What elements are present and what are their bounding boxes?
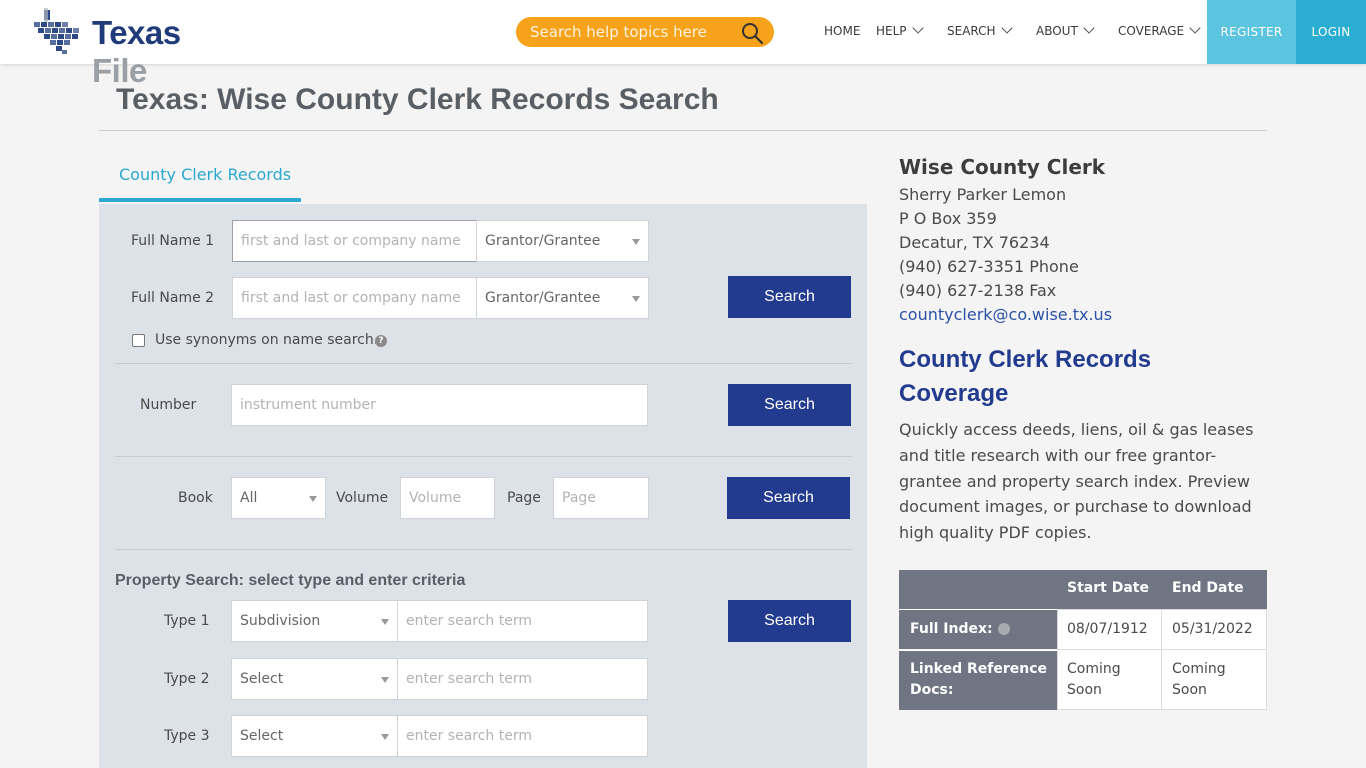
volume-input[interactable] [400,477,495,519]
dropdown-arrow-icon [381,734,389,740]
dropdown-arrow-icon [632,296,640,302]
full-index-end-date: 05/31/2022 [1172,621,1253,637]
login-button[interactable]: LOGIN [1296,0,1366,64]
nav-search[interactable]: SEARCH [947,22,1013,38]
page-label: Page [507,490,541,506]
nav-search-label: SEARCH [947,24,996,38]
texas-file-logo[interactable]: Texas File [30,8,240,89]
help-search-bar [516,17,774,47]
clerk-title: Wise County Clerk [899,155,1106,179]
nav-home[interactable]: HOME [824,24,860,38]
clerk-address-line-1: P O Box 359 [899,209,997,228]
full-name-1-role-select[interactable]: Grantor/Grantee [476,220,649,262]
logo-wordmark: Texas File [92,14,240,90]
full-name-2-label: Full Name 2 [131,290,215,306]
nav-coverage-label: COVERAGE [1118,24,1185,38]
nav-about[interactable]: ABOUT [1036,22,1095,38]
clerk-email-link[interactable]: countyclerk@co.wise.tx.us [899,305,1112,324]
instrument-number-input[interactable] [231,384,648,426]
full-name-1-label: Full Name 1 [131,233,215,249]
dropdown-arrow-icon [381,677,389,683]
help-icon[interactable]: ? [375,335,387,347]
texas-map-icon [34,8,79,54]
number-label: Number [140,397,197,413]
type-2-select-value: Select [240,671,284,687]
logo-text-texas: Texas [92,14,181,51]
linked-docs-end-date: Coming Soon [1172,661,1226,698]
clerk-fax: (940) 627-2138 Fax [899,281,1057,300]
linked-docs-label: Linked Reference Docs: [910,661,1048,698]
full-name-1-input[interactable] [232,220,477,262]
full-index-start-date: 08/07/1912 [1067,621,1148,637]
book-label: Book [178,490,213,506]
section-divider [115,363,852,364]
coverage-heading: County Clerk Records Coverage [899,346,1152,407]
full-index-label: Full Index: [910,621,993,637]
clerk-name: Sherry Parker Lemon [899,185,1067,204]
type-1-select[interactable]: Subdivision [231,600,398,642]
name-search-button[interactable]: Search [728,276,851,318]
tab-label: County Clerk Records [119,165,292,184]
chevron-down-icon [1000,22,1013,34]
type-2-term-input[interactable] [397,658,648,700]
tab-county-clerk-records[interactable]: County Clerk Records [99,150,301,203]
property-search-button[interactable]: Search [728,600,851,642]
type-3-term-input[interactable] [397,715,648,757]
dropdown-arrow-icon [632,239,640,245]
section-divider [115,456,852,457]
nav-help[interactable]: HELP [876,22,924,38]
type-2-select[interactable]: Select [231,658,398,700]
linked-docs-start-date: Coming Soon [1067,661,1121,698]
section-divider [115,549,852,550]
dropdown-arrow-icon [309,496,317,502]
full-name-1-role-value: Grantor/Grantee [485,233,601,249]
help-search-input[interactable] [530,21,740,43]
cell-divider [1161,650,1162,710]
nav-help-label: HELP [876,24,907,38]
site-header: Texas File HOME HELP SEARCH ABOUT COVERA… [0,0,1366,89]
nav-coverage[interactable]: COVERAGE [1118,22,1201,38]
tab-active-indicator [99,198,301,202]
full-name-2-input[interactable] [232,277,477,319]
cell-divider [1161,610,1162,650]
search-form-panel: Full Name 1 Grantor/Grantee Full Name 2 … [99,204,867,768]
title-divider [99,130,1267,131]
type-1-term-input[interactable] [397,600,648,642]
coverage-col-start-date: Start Date [1067,580,1149,596]
book-select-value: All [240,490,258,506]
synonyms-label: Use synonyms on name search. [155,332,379,348]
type-3-select[interactable]: Select [231,715,398,757]
chevron-down-icon [1083,22,1095,34]
chevron-down-icon [1189,22,1201,34]
info-icon[interactable] [998,623,1010,635]
clerk-address-line-2: Decatur, TX 76234 [899,233,1050,252]
type-1-select-value: Subdivision [240,613,321,629]
nav-about-label: ABOUT [1036,24,1078,38]
full-name-2-role-value: Grantor/Grantee [485,290,601,306]
search-icon[interactable] [740,21,764,45]
type-3-select-value: Select [240,728,284,744]
book-select[interactable]: All [231,477,326,519]
number-search-button[interactable]: Search [728,384,851,426]
coverage-col-end-date: End Date [1172,580,1244,596]
dropdown-arrow-icon [381,619,389,625]
full-name-2-role-select[interactable]: Grantor/Grantee [476,277,649,319]
book-search-button[interactable]: Search [727,477,850,519]
property-search-heading: Property Search: select type and enter c… [115,572,466,589]
page-title: Texas: Wise County Clerk Records Search [116,83,719,116]
synonyms-checkbox[interactable] [132,334,145,347]
page-input[interactable] [553,477,649,519]
type-2-label: Type 2 [164,671,210,687]
type-1-label: Type 1 [164,613,210,629]
chevron-down-icon [911,22,924,34]
nav-home-label: HOME [824,24,861,38]
type-3-label: Type 3 [164,728,210,744]
volume-label: Volume [336,490,389,506]
coverage-description: Quickly access deeds, liens, oil & gas l… [899,420,1254,543]
register-button[interactable]: REGISTER [1207,0,1296,64]
clerk-phone: (940) 627-3351 Phone [899,257,1079,276]
